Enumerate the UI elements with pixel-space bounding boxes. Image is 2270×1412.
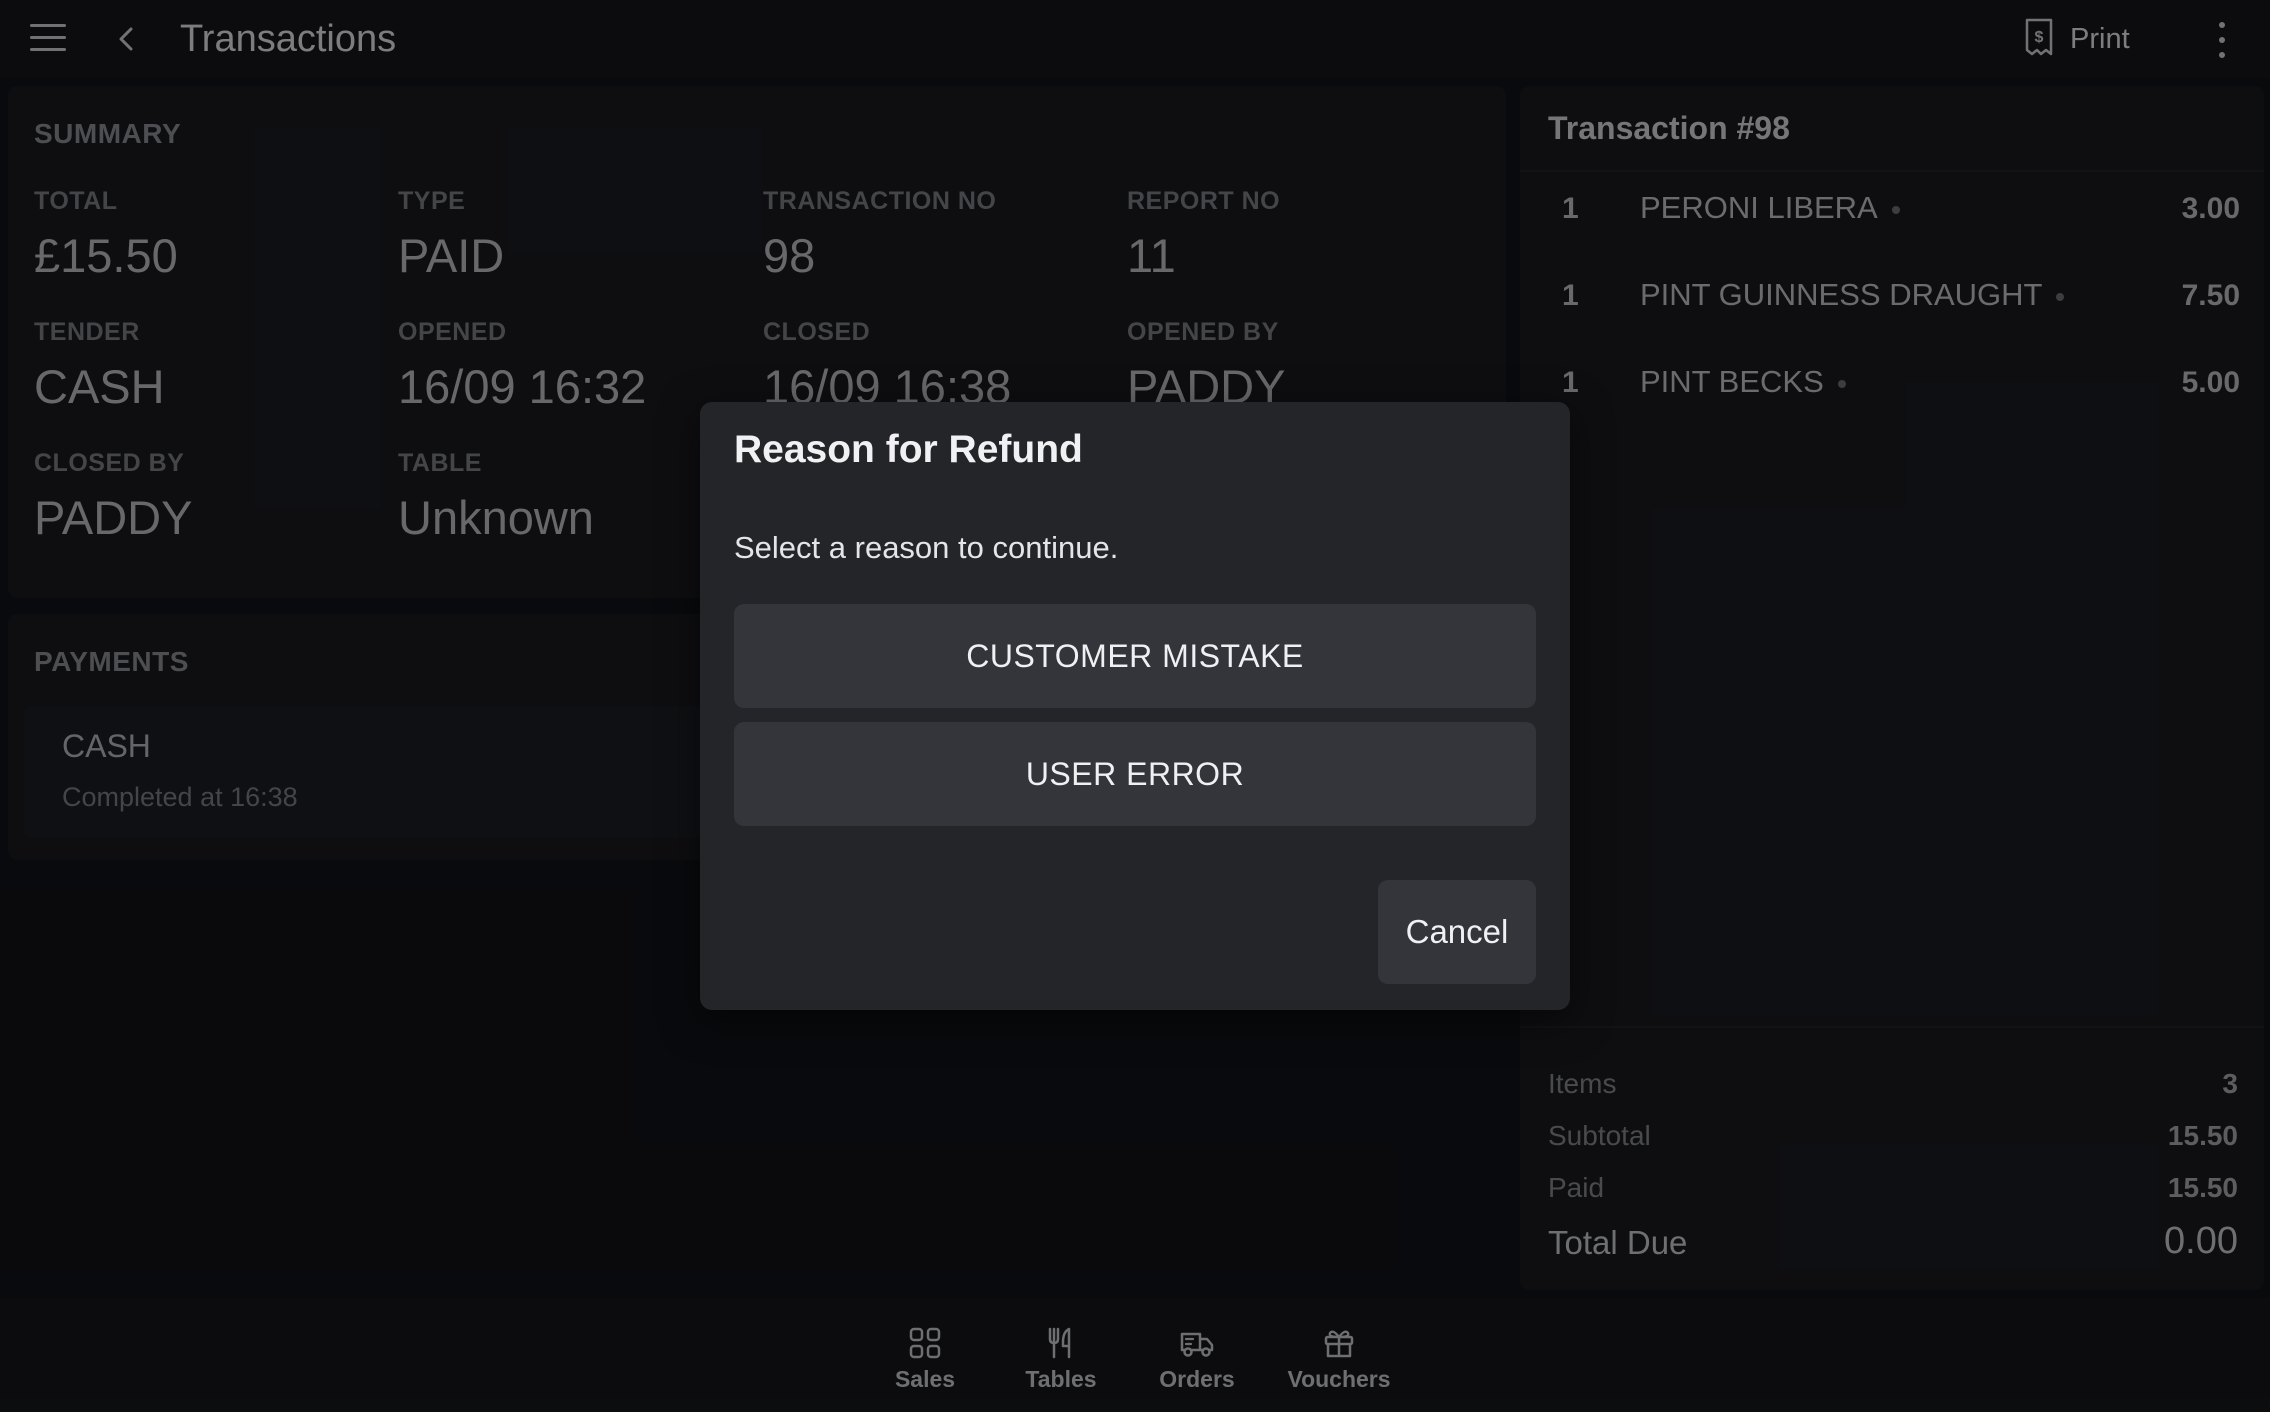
refund-reason-dialog: Reason for Refund Select a reason to con… [700, 402, 1570, 1010]
dialog-message: Select a reason to continue. [734, 530, 1119, 565]
dialog-title: Reason for Refund [734, 428, 1083, 471]
user-error-button[interactable]: USER ERROR [734, 722, 1536, 826]
customer-mistake-button[interactable]: CUSTOMER MISTAKE [734, 604, 1536, 708]
cancel-button[interactable]: Cancel [1378, 880, 1536, 984]
